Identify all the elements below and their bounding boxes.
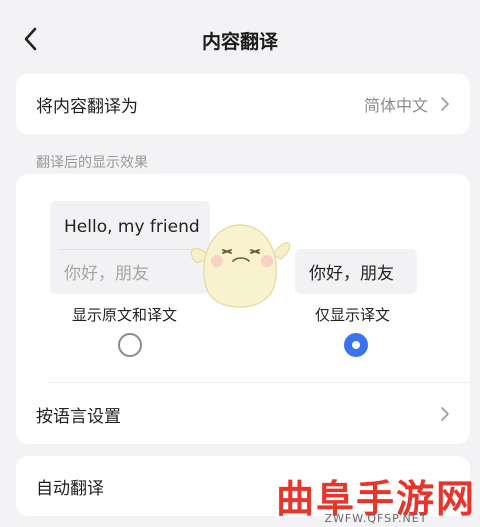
translate-to-card: 将内容翻译为 简体中文 [16,74,470,134]
mascot-sticker-icon [190,224,291,308]
card-divider [48,382,470,383]
preview-translation-only-text: 你好，朋友 [309,264,394,284]
chevron-right-icon [441,407,449,421]
option-label-translation-only: 仅显示译文 [315,306,391,324]
language-settings-row[interactable]: 按语言设置 [16,386,470,442]
preview-divider [60,249,200,250]
watermark-url: ZWFW.QFSP.NET [324,512,428,525]
nav-bar: 内容翻译 [0,0,480,78]
preview-translation-text: 你好，朋友 [64,264,149,284]
section-label: 翻译后的显示效果 [36,155,148,171]
watermark-logo: 曲阜手游网 ZWFW.QFSP.NET [272,470,480,527]
translate-to-row[interactable]: 将内容翻译为 简体中文 [16,74,470,134]
translate-to-label: 将内容翻译为 [36,96,138,117]
chevron-right-icon [441,97,449,111]
preview-original-text: Hello, my friend [64,217,200,237]
page-title: 内容翻译 [201,31,278,53]
radio-original-and-translation[interactable] [118,333,142,357]
translate-to-value: 简体中文 [363,96,428,115]
radio-translation-only[interactable] [344,333,368,357]
preview-translation-only[interactable]: 你好，朋友 [295,249,417,294]
option-label-original-and-translation: 显示原文和译文 [72,306,178,324]
language-settings-label: 按语言设置 [36,406,121,427]
